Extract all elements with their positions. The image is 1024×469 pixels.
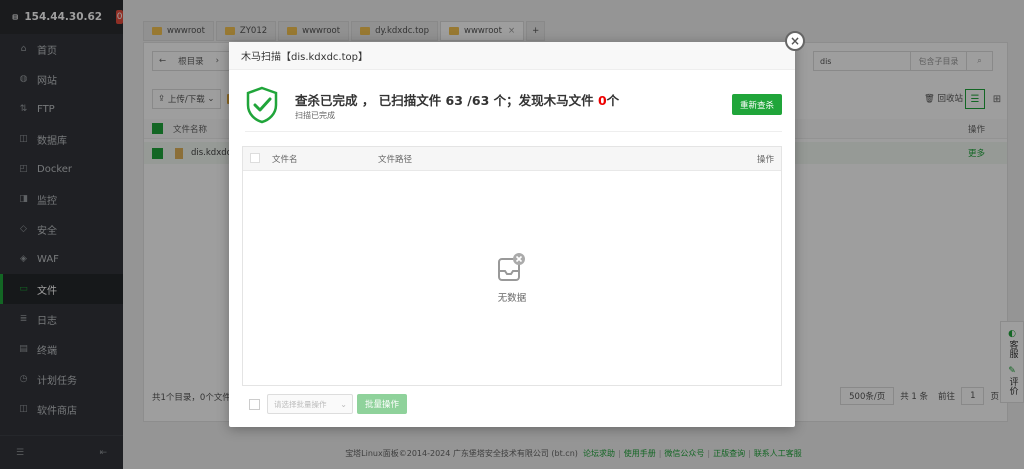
batch-checkbox[interactable] <box>249 398 260 410</box>
empty-state: 无数据 <box>243 171 781 385</box>
col-filepath: 文件路径 <box>378 154 413 165</box>
result-table: 文件名 文件路径 操作 无数据 <box>242 146 782 386</box>
rescan-button[interactable]: 重新查杀 <box>732 94 782 115</box>
result-prefix: 查杀已完成 ， 已扫描文件 63 /63 个；发现木马文件 <box>295 93 598 108</box>
trojan-scan-dialog: 木马扫描【dis.kdxdc.top】 查杀已完成 ， 已扫描文件 63 /63… <box>229 42 795 427</box>
chevron-down-icon: ⌄ <box>340 399 347 409</box>
empty-text: 无数据 <box>497 293 527 304</box>
col-filename: 文件名 <box>272 154 298 165</box>
result-table-header: 文件名 文件路径 操作 <box>243 147 781 171</box>
trojan-count: 0 <box>597 93 607 108</box>
batch-select[interactable]: 请选择批量操作 ⌄ <box>267 394 353 414</box>
batch-placeholder: 请选择批量操作 <box>274 399 327 409</box>
result-suffix: 个 <box>606 93 620 108</box>
scan-result: 查杀已完成 ， 已扫描文件 63 /63 个；发现木马文件 0个 扫描已完成 重… <box>245 84 782 132</box>
result-title: 查杀已完成 ， 已扫描文件 63 /63 个；发现木马文件 0个 <box>295 90 619 109</box>
batch-bar: 请选择批量操作 ⌄ 批量操作 <box>249 394 407 414</box>
shield-check-icon <box>246 86 278 124</box>
select-all-checkbox[interactable] <box>250 153 260 163</box>
empty-inbox-icon <box>498 253 525 281</box>
col-actions: 操作 <box>756 154 774 165</box>
close-icon[interactable]: × <box>785 31 805 51</box>
batch-button[interactable]: 批量操作 <box>357 394 407 414</box>
dialog-title: 木马扫描【dis.kdxdc.top】 <box>229 42 795 70</box>
result-status: 扫描已完成 <box>295 111 335 120</box>
